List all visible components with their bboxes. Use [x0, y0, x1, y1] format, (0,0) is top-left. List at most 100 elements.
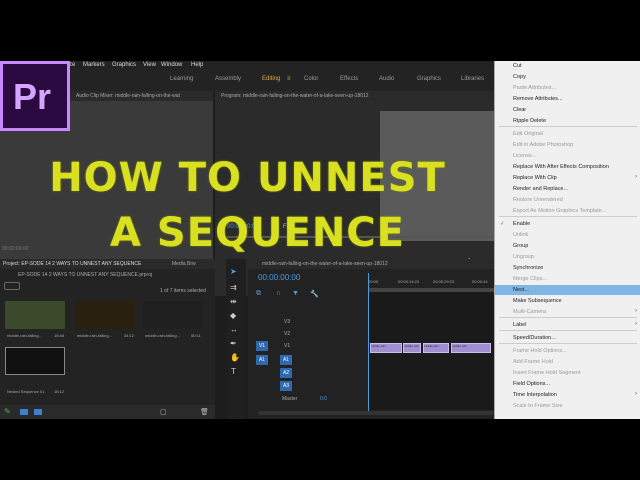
context-menu-item[interactable]: Replace With After Effects Composition	[513, 164, 609, 170]
context-menu-item: Export As Motion Graphics Template...	[513, 208, 607, 214]
premiere-window: ze Markers Graphics View Window Help Lea…	[0, 61, 640, 419]
ripple-edit-icon[interactable]: ⇹	[230, 297, 237, 306]
menu-item[interactable]: View	[143, 61, 156, 69]
timeline-scrollbar[interactable]	[258, 411, 494, 415]
context-menu-item[interactable]: Nest...	[513, 287, 529, 293]
track-label-v1[interactable]: V1	[284, 343, 290, 349]
context-menu-item[interactable]: Copy	[513, 74, 526, 80]
track-label-a2[interactable]: A2	[280, 368, 292, 378]
workspace-bar: Learning Assembly Editing ≡ Color Effect…	[0, 69, 495, 91]
sequence-area[interactable]: middle-rain middle-rain middle-rain midd…	[368, 292, 494, 410]
video-clip[interactable]: middle-rain	[451, 343, 491, 353]
menu-item[interactable]: Help	[191, 61, 203, 69]
track-select-icon[interactable]: ⇉	[230, 283, 237, 292]
tab-media-browser[interactable]: Media Brw	[172, 259, 196, 269]
context-menu-item[interactable]: Replace With Clip	[513, 175, 557, 181]
track-label-a3[interactable]: A3	[280, 381, 292, 391]
context-menu-item: Edit Original	[513, 131, 543, 137]
master-volume-value[interactable]: 0.0	[320, 396, 327, 402]
hand-icon[interactable]: ✋	[230, 353, 240, 362]
menu-separator	[499, 330, 637, 331]
timeline-header[interactable]: middle-rain-falling-on-the-water-of-a-la…	[248, 259, 494, 269]
context-menu-item[interactable]: Remove Attributes...	[513, 96, 563, 102]
context-menu-item: Multi-Camera	[513, 309, 547, 315]
workspace-tab[interactable]: Graphics	[417, 76, 441, 82]
project-item-thumbnail[interactable]	[143, 301, 203, 329]
context-menu-item[interactable]: Group	[513, 243, 528, 249]
video-clip[interactable]: middle-rain	[403, 343, 421, 353]
context-menu: Cut Copy Paste Attributes... Remove Attribu…	[494, 61, 640, 419]
project-item-name: Nested Sequence 01	[7, 389, 45, 394]
context-menu-item[interactable]: Label	[513, 322, 526, 328]
context-menu-item: Insert Frame Hold Segment	[513, 370, 581, 376]
workspace-tab[interactable]: Learning	[170, 76, 193, 82]
context-menu-item[interactable]: Field Options...	[513, 381, 550, 387]
icon-view-icon[interactable]	[34, 409, 42, 415]
project-panel: Project: EP-SODE 14 2 WAYS TO UNNEST ANY…	[0, 259, 215, 419]
project-footer: ✎ ▢ 🗑	[0, 405, 215, 419]
track-label-v2[interactable]: V2	[284, 331, 290, 337]
context-menu-item[interactable]: Make Subsequence	[513, 298, 562, 304]
program-panel-header[interactable]: Program: middle-rain-falling-on-the-wate…	[215, 91, 494, 101]
wrench-icon[interactable]: 🔧	[310, 290, 319, 298]
project-item-thumbnail[interactable]	[5, 301, 65, 329]
new-bin-icon[interactable]: ▢	[160, 408, 167, 416]
context-menu-item[interactable]: Time Interpolation	[513, 392, 557, 398]
linked-selection-icon[interactable]: ∩	[276, 290, 281, 297]
slip-icon[interactable]: ↔	[230, 325, 238, 334]
context-menu-item[interactable]: Render and Replace...	[513, 186, 568, 192]
workspace-menu-icon[interactable]: ≡	[287, 76, 291, 82]
workspace-tab-active[interactable]: Editing	[262, 76, 280, 82]
context-menu-item[interactable]: Clear	[513, 107, 526, 113]
context-menu-item: Ungroup	[513, 254, 535, 260]
context-menu-item[interactable]: Synchronize	[513, 265, 543, 271]
video-clip[interactable]: middle-rain	[370, 343, 402, 353]
add-marker-icon[interactable]: ▼	[292, 290, 299, 297]
context-menu-item: Add Frame Hold	[513, 359, 554, 365]
workspace-tab[interactable]: Effects	[340, 76, 358, 82]
project-item-name: middle-rain-falling...	[145, 333, 180, 338]
source-patch-a1[interactable]: A1	[256, 355, 268, 365]
workspace-tab[interactable]: Assembly	[215, 76, 241, 82]
selection-tool-icon[interactable]: ➤	[230, 267, 237, 276]
item-count: 1 of 7 items selected	[160, 288, 206, 294]
track-label-v3[interactable]: V3	[284, 319, 290, 325]
list-view-icon[interactable]	[20, 409, 28, 415]
type-tool-icon[interactable]: T	[231, 367, 236, 376]
source-patch-v1[interactable]: V1	[256, 341, 268, 351]
trash-icon[interactable]: 🗑	[200, 408, 209, 416]
tab-project[interactable]: Project: EP-SODE 14 2 WAYS TO UNNEST ANY…	[0, 261, 141, 267]
project-item-name: middle-rain-falling...	[7, 333, 42, 338]
video-clip[interactable]: middle-rain	[423, 343, 449, 353]
menu-item[interactable]: Markers	[83, 61, 105, 69]
context-menu-item[interactable]: Enable	[513, 221, 530, 227]
context-menu-item[interactable]: Ripple Delete	[513, 118, 546, 124]
project-item-duration: 34:12	[124, 333, 135, 338]
context-menu-item: Edit in Adobe Photoshop	[513, 142, 574, 148]
title-line-2: A SEQUENCE	[110, 210, 405, 256]
playhead[interactable]	[368, 273, 369, 413]
menu-item[interactable]: Graphics	[112, 61, 136, 69]
timeline-timecode[interactable]: 00:00:00:00	[258, 273, 300, 282]
checkmark-icon: ✓	[500, 221, 505, 227]
context-menu-item[interactable]: Speed/Duration...	[513, 335, 556, 341]
context-menu-item: Frame Hold Options...	[513, 348, 567, 354]
pencil-icon[interactable]: ✎	[4, 407, 11, 416]
workspace-tab[interactable]: Libraries	[461, 76, 484, 82]
workspace-tab[interactable]: Audio	[379, 76, 394, 82]
track-label-a1[interactable]: A1	[280, 355, 292, 365]
title-line-1: HOW TO UNNEST	[49, 155, 446, 201]
project-item-duration: 15:48	[54, 333, 65, 338]
menu-item[interactable]: Window	[161, 61, 182, 69]
submenu-arrow-icon: ›	[635, 174, 637, 180]
project-item-thumbnail-selected[interactable]	[5, 347, 65, 375]
pen-icon[interactable]: ✒	[230, 339, 237, 348]
context-menu-item[interactable]: Cut	[513, 63, 522, 69]
project-item-thumbnail[interactable]	[75, 301, 135, 329]
razor-icon[interactable]: ◆	[230, 311, 236, 320]
menu-separator	[499, 216, 637, 217]
search-icon[interactable]	[4, 282, 20, 290]
snap-icon[interactable]: ⧉	[256, 290, 261, 298]
time-ruler[interactable]: 00:00 00:00:14:23 00:00:29:23 00:00:44	[368, 279, 494, 287]
workspace-tab[interactable]: Color	[304, 76, 318, 82]
